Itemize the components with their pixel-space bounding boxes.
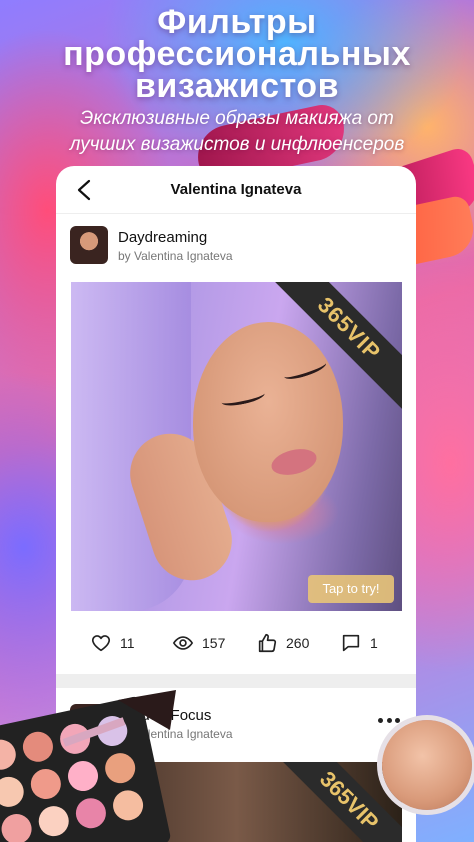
promo-subline: Эксклюзивные образы макияжа от лучших ви…: [0, 106, 474, 158]
loose-powder-jar: [382, 720, 472, 810]
post-header: Daydreaming by Valentina Ignateva: [56, 214, 416, 276]
view-count: 157: [202, 635, 226, 651]
eye-icon: [172, 636, 194, 650]
thumbs-up-stat[interactable]: 260: [256, 628, 309, 658]
comment-icon: [342, 634, 360, 652]
promo-headline-line: профессиональных: [63, 35, 411, 73]
promo-subline-line: Эксклюзивные образы макияжа от: [80, 108, 394, 129]
feed-divider: [56, 674, 416, 688]
post-author[interactable]: by Valentina Ignateva: [118, 249, 233, 263]
promo-headline-line: Фильтры: [157, 3, 317, 41]
comment-count: 1: [370, 635, 378, 651]
promo-headline: Фильтры профессиональных визажистов: [0, 3, 474, 105]
page-title: Valentina Ignateva: [170, 181, 302, 198]
like-stat[interactable]: 11: [90, 628, 135, 658]
post-stats: 11 157 260 1: [56, 628, 416, 658]
thumbs-up-count: 260: [286, 635, 310, 651]
top-nav-bar: Valentina Ignateva: [56, 166, 416, 214]
heart-icon: [91, 635, 111, 652]
promo-headline-line: визажистов: [135, 67, 339, 105]
more-horizontal-icon[interactable]: [378, 718, 400, 724]
promo-subline-line: лучших визажистов и инфлюенсеров: [69, 134, 405, 155]
comment-stat[interactable]: 1: [340, 628, 378, 658]
tap-to-try-button[interactable]: Tap to try!: [308, 575, 394, 603]
avatar[interactable]: [70, 226, 108, 264]
photo-face: [193, 322, 343, 522]
makeup-brush: [62, 690, 176, 747]
thumbs-up-icon: [258, 633, 277, 653]
post-title[interactable]: Daydreaming: [118, 229, 207, 246]
makeup-look-photo[interactable]: 365VIP Tap to try!: [71, 282, 402, 611]
like-count: 11: [120, 635, 135, 651]
view-stat: 157: [172, 628, 225, 658]
